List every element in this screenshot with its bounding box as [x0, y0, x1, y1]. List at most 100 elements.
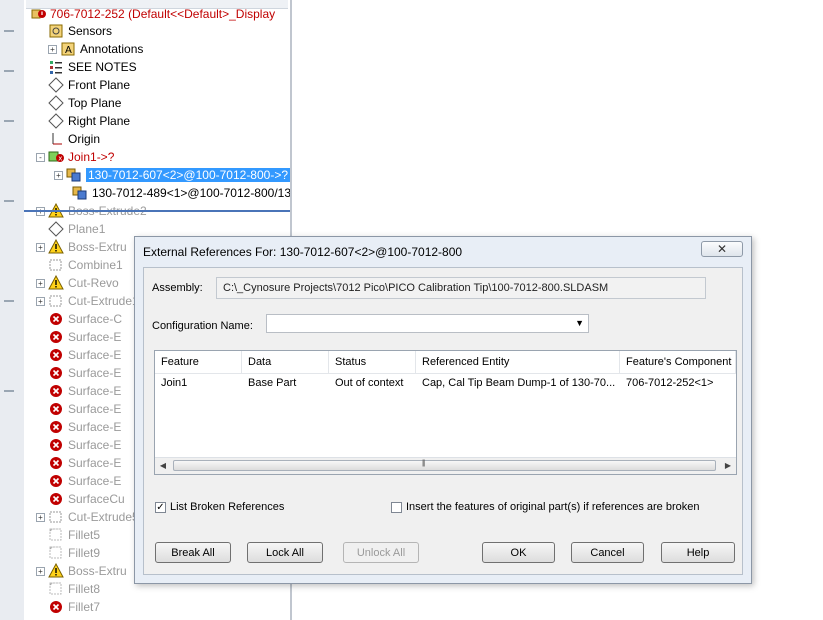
assembly-path-field: C:\_Cynosure Projects\7012 Pico\PICO Cal…	[216, 277, 706, 299]
tree-item[interactable]: Surface-E	[48, 454, 121, 472]
tree-item[interactable]: - x Join1->?	[36, 148, 114, 166]
column-header-referenced-entity[interactable]: Referenced Entity	[416, 351, 620, 373]
expand-icon[interactable]: +	[36, 296, 45, 306]
unlock-all-button[interactable]: Unlock All	[343, 542, 419, 563]
tree-item[interactable]: Surface-E	[48, 328, 121, 346]
tree-item-label: Boss-Extru	[68, 564, 127, 578]
origin-icon	[48, 131, 64, 147]
horizontal-scrollbar[interactable]: ◀ ||| ▶	[155, 457, 736, 474]
error-icon	[48, 365, 64, 381]
column-header-data[interactable]: Data	[242, 351, 329, 373]
checkbox-box[interactable]: ✓	[155, 501, 166, 513]
scroll-right-icon[interactable]: ▶	[722, 460, 734, 472]
notes-list-icon	[48, 59, 64, 75]
tree-item[interactable]: SurfaceCu	[48, 490, 125, 508]
expand-icon[interactable]: +	[36, 566, 45, 576]
tree-item[interactable]: +130-7012-607<2>@100-7012-800->?	[54, 166, 290, 184]
tree-item[interactable]: Fillet8	[48, 580, 100, 598]
expand-icon[interactable]: +	[36, 512, 45, 522]
help-button[interactable]: Help	[661, 542, 735, 563]
cell-status: Out of context	[335, 377, 404, 389]
insert-features-checkbox[interactable]: Insert the features of original part(s) …	[391, 501, 699, 513]
tree-item-label: Fillet8	[68, 582, 101, 596]
dialog-body: Assembly: C:\_Cynosure Projects\7012 Pic…	[143, 267, 743, 575]
tree-item[interactable]: Surface-E	[48, 418, 121, 436]
tree-item[interactable]: Front Plane	[48, 76, 130, 94]
break-all-button[interactable]: Break All	[155, 542, 231, 563]
scroll-left-icon[interactable]: ◀	[157, 460, 169, 472]
tree-item[interactable]: Surface-E	[48, 472, 121, 490]
tree-item-label: Surface-E	[68, 474, 122, 488]
tree-item-label: Surface-E	[68, 420, 122, 434]
expand-icon[interactable]: +	[36, 278, 45, 288]
tree-item[interactable]: Surface-E	[48, 364, 121, 382]
close-button[interactable]: ✕	[701, 241, 743, 257]
tree-item[interactable]: SEE NOTES	[48, 58, 137, 76]
cell-feature-component: 706-7012-252<1>	[626, 377, 714, 389]
tree-item[interactable]: Right Plane	[48, 112, 130, 130]
tree-item[interactable]: Fillet5	[48, 526, 100, 544]
tree-item[interactable]: Combine1	[48, 256, 123, 274]
tree-item[interactable]: Fillet7	[48, 598, 100, 616]
close-icon: ✕	[716, 242, 728, 256]
tree-item[interactable]: Origin	[48, 130, 100, 148]
plane-icon	[48, 113, 64, 129]
configuration-select[interactable]: ▼	[266, 314, 589, 333]
lock-all-button[interactable]: Lock All	[247, 542, 323, 563]
tree-item[interactable]: Surface-E	[48, 382, 121, 400]
tree-item[interactable]: Fillet9	[48, 544, 100, 562]
tree-item[interactable]: Surface-E	[48, 400, 121, 418]
tree-item[interactable]: Surface-C	[48, 310, 122, 328]
fillet-icon	[48, 581, 64, 597]
rollback-bar[interactable]	[24, 210, 290, 212]
svg-text:x: x	[58, 155, 62, 163]
expand-icon[interactable]: +	[54, 170, 63, 180]
error-icon	[48, 401, 64, 417]
tree-item-label: Cut-Extrude5	[68, 510, 139, 524]
column-header-feature-component[interactable]: Feature's Component	[620, 351, 736, 373]
tree-item[interactable]: Top Plane	[48, 94, 121, 112]
feature-icon	[48, 509, 64, 525]
tree-item[interactable]: Sensors	[48, 22, 112, 40]
references-table[interactable]: Feature Data Status Referenced Entity Fe…	[154, 350, 737, 475]
column-header-status[interactable]: Status	[329, 351, 416, 373]
plane-icon	[48, 221, 64, 237]
tree-item-label: Sensors	[68, 24, 113, 38]
tree-item-label: Surface-E	[68, 438, 122, 452]
error-icon	[48, 599, 64, 615]
tree-item-label: Surface-E	[68, 330, 122, 344]
ok-button[interactable]: OK	[482, 542, 555, 563]
expand-icon[interactable]: +	[48, 44, 57, 54]
tree-item[interactable]: Surface-E	[48, 436, 121, 454]
tree-item-label: Surface-C	[68, 312, 123, 326]
tree-item[interactable]: Plane1	[48, 220, 105, 238]
tree-item-label: Origin	[68, 132, 101, 146]
error-icon	[48, 311, 64, 327]
tree-item-label: Plane1	[68, 222, 106, 236]
cancel-button[interactable]: Cancel	[571, 542, 644, 563]
warning-icon	[48, 563, 64, 579]
error-icon	[48, 383, 64, 399]
tree-item[interactable]: Surface-E	[48, 346, 121, 364]
tree-item[interactable]: + A Annotations	[48, 40, 143, 58]
tree-item[interactable]: + Boss-Extru	[36, 238, 127, 256]
column-header-feature[interactable]: Feature	[155, 351, 242, 373]
tree-item[interactable]: + Boss-Extru	[36, 562, 127, 580]
feature-icon	[48, 257, 64, 273]
tree-item[interactable]: + Cut-Extrude1	[36, 292, 139, 310]
checkbox-box[interactable]	[391, 501, 402, 513]
cell-feature: Join1	[161, 377, 188, 389]
tree-item[interactable]: + Cut-Extrude5	[36, 508, 139, 526]
expand-icon[interactable]: +	[36, 242, 45, 252]
tree-item[interactable]: + Cut-Revo	[36, 274, 119, 292]
collapse-icon[interactable]: -	[36, 152, 45, 162]
list-broken-references-checkbox[interactable]: ✓ List Broken References	[155, 501, 284, 513]
tree-item-label: 130-7012-489<1>@100-7012-800/130-7	[92, 186, 292, 200]
table-row[interactable]: Join1 Base Part Out of context Cap, Cal …	[155, 373, 736, 393]
tree-item[interactable]: 130-7012-489<1>@100-7012-800/130-7	[72, 184, 292, 202]
tree-item-label: Cut-Extrude1	[68, 294, 139, 308]
dialog-title: External References For: 130-7012-607<2>…	[143, 245, 463, 259]
scrollbar-thumb[interactable]	[173, 460, 716, 471]
error-icon	[48, 437, 64, 453]
tree-item[interactable]: 706-7012-252 (Default<<Default>_Display	[30, 5, 275, 23]
